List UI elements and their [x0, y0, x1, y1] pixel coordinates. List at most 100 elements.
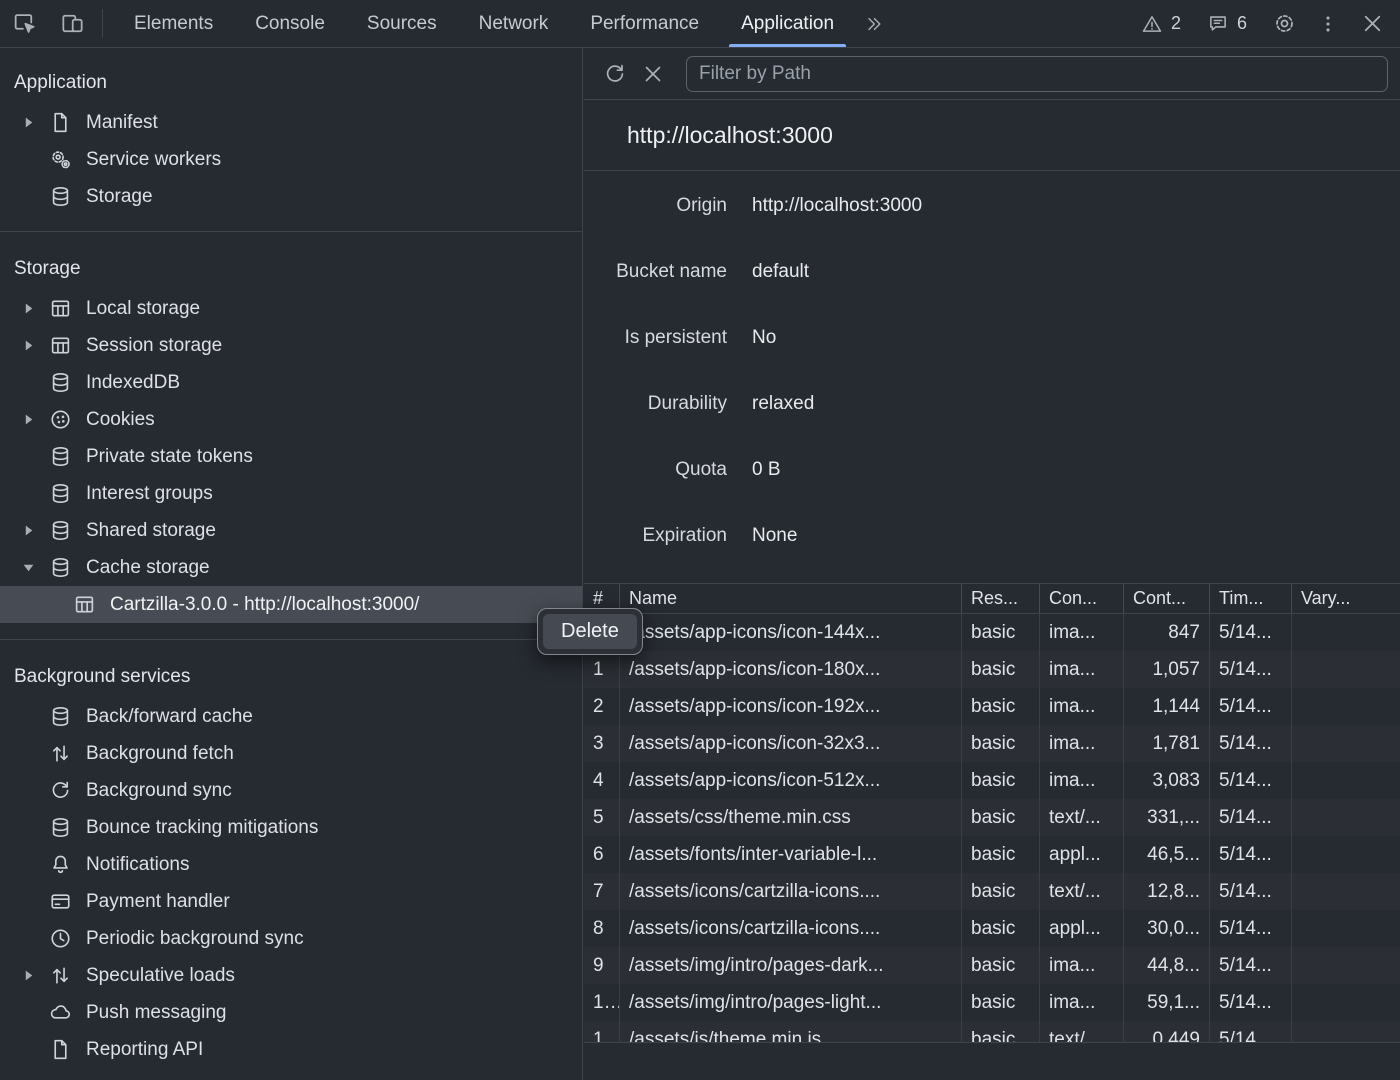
application-sidebar: Application Manifest Service workers Sto…: [0, 48, 583, 1080]
context-menu-item-delete[interactable]: Delete: [543, 614, 637, 649]
column-header-response-type[interactable]: Res...: [962, 584, 1040, 613]
sidebar-item-label: Service workers: [86, 149, 221, 171]
table-row[interactable]: 1 /assets/app-icons/icon-180x... basic i…: [584, 651, 1400, 688]
column-header-name[interactable]: Name: [620, 584, 962, 613]
table-row[interactable]: 8 /assets/icons/cartzilla-icons.... basi…: [584, 910, 1400, 947]
sidebar-item-background-fetch[interactable]: Background fetch: [0, 735, 582, 772]
sidebar-item-local-storage[interactable]: Local storage: [0, 290, 582, 327]
table-icon: [48, 333, 73, 358]
cell-vary: [1292, 725, 1400, 762]
cell-name: /assets/app-icons/icon-192x...: [620, 688, 962, 725]
cell-response-type: basic: [962, 984, 1040, 1021]
cell-name: /assets/app-icons/icon-32x3...: [620, 725, 962, 762]
sidebar-item-label: Private state tokens: [86, 446, 253, 468]
tab-application[interactable]: Application: [720, 0, 855, 47]
table-row[interactable]: 1... /assets/js/theme.min.js basic text/…: [584, 1021, 1400, 1042]
database-icon: [48, 481, 73, 506]
devtools-window: Elements Console Sources Network Perform…: [0, 0, 1400, 1080]
sidebar-item-reporting-api[interactable]: Reporting API: [0, 1031, 582, 1068]
cell-index: 3: [584, 725, 620, 762]
inspect-element-button[interactable]: [0, 0, 48, 47]
table-row[interactable]: 1... /assets/img/intro/pages-light... ba…: [584, 984, 1400, 1021]
cell-name: /assets/app-icons/icon-144x...: [620, 614, 962, 651]
table-row[interactable]: 2 /assets/app-icons/icon-192x... basic i…: [584, 688, 1400, 725]
sidebar-item-manifest[interactable]: Manifest: [0, 104, 582, 141]
chevron-right-icon[interactable]: [22, 302, 48, 315]
meta-row-origin: Origin http://localhost:3000: [584, 173, 1400, 239]
sidebar-item-cookies[interactable]: Cookies: [0, 401, 582, 438]
chevron-right-icon[interactable]: [22, 524, 48, 537]
tab-network[interactable]: Network: [458, 0, 570, 47]
cell-index: 6: [584, 836, 620, 873]
chevron-right-icon[interactable]: [22, 413, 48, 426]
cell-content-length: 44,8...: [1124, 947, 1210, 984]
database-icon: [48, 370, 73, 395]
sidebar-item-bounce-tracking-mitigations[interactable]: Bounce tracking mitigations: [0, 809, 582, 846]
chevron-right-icon[interactable]: [22, 969, 48, 982]
device-toolbar-button[interactable]: [48, 0, 96, 47]
meta-value: None: [752, 525, 797, 547]
cache-metadata: Origin http://localhost:3000 Bucket name…: [584, 171, 1400, 583]
tab-console[interactable]: Console: [234, 0, 346, 47]
column-header-vary[interactable]: Vary...: [1292, 584, 1400, 613]
table-row[interactable]: 0 /assets/app-icons/icon-144x... basic i…: [584, 614, 1400, 651]
customize-menu-button[interactable]: [1308, 13, 1348, 35]
chevron-down-icon[interactable]: [22, 561, 48, 574]
cell-time-cached: 5/14...: [1210, 799, 1292, 836]
column-header-content-type[interactable]: Con...: [1040, 584, 1124, 613]
tab-performance[interactable]: Performance: [569, 0, 720, 47]
sidebar-item-indexeddb[interactable]: IndexedDB: [0, 364, 582, 401]
cell-content-length: 331,...: [1124, 799, 1210, 836]
close-devtools-button[interactable]: [1348, 11, 1396, 36]
sidebar-item-background-sync[interactable]: Background sync: [0, 772, 582, 809]
cell-response-type: basic: [962, 614, 1040, 651]
table-row[interactable]: 4 /assets/app-icons/icon-512x... basic i…: [584, 762, 1400, 799]
sidebar-item-service-workers[interactable]: Service workers: [0, 141, 582, 178]
sidebar-item-private-state-tokens[interactable]: Private state tokens: [0, 438, 582, 475]
sidebar-item-shared-storage[interactable]: Shared storage: [0, 512, 582, 549]
sidebar-item-label: Manifest: [86, 112, 158, 134]
table-row[interactable]: 3 /assets/app-icons/icon-32x3... basic i…: [584, 725, 1400, 762]
console-messages-indicator[interactable]: 6: [1207, 13, 1247, 35]
cache-toolbar: [584, 48, 1400, 100]
cell-time-cached: 5/14...: [1210, 947, 1292, 984]
column-header-content-length[interactable]: Cont...: [1124, 584, 1210, 613]
cell-time-cached: 5/14...: [1210, 651, 1292, 688]
database-icon: [48, 518, 73, 543]
tab-elements[interactable]: Elements: [113, 0, 234, 47]
table-row[interactable]: 6 /assets/fonts/inter-variable-l... basi…: [584, 836, 1400, 873]
sidebar-item-back-forward-cache[interactable]: Back/forward cache: [0, 698, 582, 735]
table-row[interactable]: 9 /assets/img/intro/pages-dark... basic …: [584, 947, 1400, 984]
sidebar-item-speculative-loads[interactable]: Speculative loads: [0, 957, 582, 994]
sidebar-item-label: Reporting API: [86, 1039, 203, 1061]
sidebar-item-cache-cartzilla[interactable]: Cartzilla-3.0.0 - http://localhost:3000/: [0, 586, 582, 623]
meta-row-is-persistent: Is persistent No: [584, 305, 1400, 371]
chevron-right-icon[interactable]: [22, 116, 48, 129]
cell-vary: [1292, 836, 1400, 873]
cell-name: /assets/img/intro/pages-dark...: [620, 947, 962, 984]
sidebar-item-periodic-background-sync[interactable]: Periodic background sync: [0, 920, 582, 957]
table-row[interactable]: 5 /assets/css/theme.min.css basic text/.…: [584, 799, 1400, 836]
console-warnings-indicator[interactable]: 2: [1141, 13, 1181, 35]
sidebar-item-storage[interactable]: Storage: [0, 178, 582, 215]
sidebar-item-payment-handler[interactable]: Payment handler: [0, 883, 582, 920]
column-header-time-cached[interactable]: Tim...: [1210, 584, 1292, 613]
sidebar-item-push-messaging[interactable]: Push messaging: [0, 994, 582, 1031]
cell-content-length: 1,781: [1124, 725, 1210, 762]
table-row[interactable]: 7 /assets/icons/cartzilla-icons.... basi…: [584, 873, 1400, 910]
settings-button[interactable]: [1260, 11, 1308, 36]
cell-response-type: basic: [962, 947, 1040, 984]
chevron-right-icon[interactable]: [22, 339, 48, 352]
refresh-button[interactable]: [596, 55, 634, 93]
sidebar-item-interest-groups[interactable]: Interest groups: [0, 475, 582, 512]
delete-selected-button[interactable]: [634, 55, 672, 93]
sidebar-item-label: Background sync: [86, 780, 232, 802]
more-tabs-button[interactable]: [855, 0, 893, 47]
sidebar-item-notifications[interactable]: Notifications: [0, 846, 582, 883]
tab-sources[interactable]: Sources: [346, 0, 458, 47]
cloud-icon: [48, 1000, 73, 1025]
sidebar-item-session-storage[interactable]: Session storage: [0, 327, 582, 364]
section-title-storage: Storage: [0, 248, 582, 290]
sidebar-item-cache-storage[interactable]: Cache storage: [0, 549, 582, 586]
filter-by-path-input[interactable]: [686, 56, 1388, 92]
